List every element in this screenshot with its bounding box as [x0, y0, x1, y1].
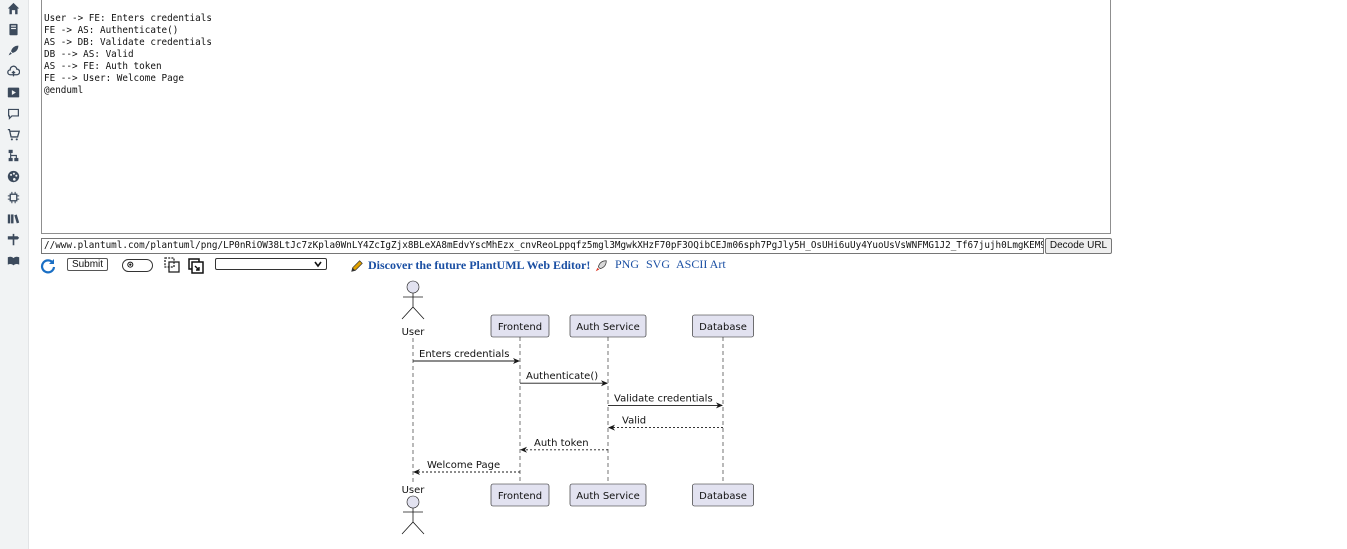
signpost-icon[interactable] — [6, 232, 21, 247]
home-icon[interactable] — [6, 1, 21, 16]
sidebar — [0, 0, 29, 549]
chevron-down-icon — [314, 261, 322, 268]
cart-icon[interactable] — [6, 127, 21, 142]
actor-head — [406, 495, 420, 509]
participant-label: Frontend — [498, 491, 542, 502]
participant-label: User — [402, 327, 426, 338]
participant-label: User — [402, 485, 426, 496]
message-label: Auth token — [534, 438, 589, 449]
discover-label: Discover the future PlantUML Web Editor! — [368, 258, 591, 272]
participant-label: Frontend — [498, 322, 542, 333]
participant-label: Database — [699, 322, 747, 333]
rocket-icon — [596, 259, 607, 271]
editor-line: FE -> AS: Authenticate() — [44, 25, 179, 36]
chat-icon[interactable] — [6, 106, 21, 121]
message-label: Enters credentials — [419, 349, 509, 360]
source-editor[interactable]: User -> FE: Enters credentials FE -> AS: … — [41, 0, 1111, 234]
reader-icon[interactable] — [6, 253, 21, 268]
participant-label: Database — [699, 491, 747, 502]
pencil-icon — [351, 259, 363, 272]
editor-line: FE --> User: Welcome Page — [44, 73, 184, 84]
refresh-icon[interactable] — [40, 258, 56, 274]
message-label: Authenticate() — [526, 371, 598, 382]
actor-body — [401, 293, 425, 320]
export-icon[interactable] — [188, 258, 204, 274]
library-icon[interactable] — [6, 211, 21, 226]
ascii-art-link[interactable]: ASCII Art — [676, 257, 726, 272]
participant-label: Auth Service — [576, 322, 640, 333]
message-label: Welcome Page — [427, 460, 500, 471]
theme-toggle[interactable] — [122, 259, 153, 272]
sitemap-icon[interactable] — [6, 148, 21, 163]
editor-line: DB --> AS: Valid — [44, 49, 134, 60]
toolbar: Submit Discover the future PlantUML Web … — [40, 256, 740, 276]
book-icon[interactable] — [6, 22, 21, 37]
chip-icon[interactable] — [6, 190, 21, 205]
editor-line: AS --> FE: Auth token — [44, 61, 162, 72]
cloud-upload-icon[interactable] — [6, 64, 21, 79]
play-icon[interactable] — [6, 85, 21, 100]
decode-url-button[interactable]: Decode URL — [1045, 238, 1112, 254]
palette-icon[interactable] — [6, 169, 21, 184]
editor-line: AS -> DB: Validate credentials — [44, 37, 212, 48]
actor-head — [406, 280, 420, 294]
png-link[interactable]: PNG — [615, 257, 639, 272]
format-select[interactable] — [215, 258, 327, 270]
url-input[interactable]: //www.plantuml.com/plantuml/png/LP0nRiOW… — [41, 238, 1044, 254]
actor-body — [401, 508, 425, 535]
discover-link[interactable]: Discover the future PlantUML Web Editor! — [350, 258, 608, 273]
message-label: Validate credentials — [614, 393, 713, 404]
editor-line: @enduml — [44, 85, 84, 96]
editor-line: User -> FE: Enters credentials — [44, 13, 212, 24]
svg-link[interactable]: SVG — [646, 257, 670, 272]
copy-icon[interactable] — [164, 257, 180, 273]
rocket-icon[interactable] — [6, 43, 21, 58]
submit-button[interactable]: Submit — [67, 258, 108, 271]
message-label: Valid — [622, 416, 646, 427]
participant-label: Auth Service — [576, 491, 640, 502]
sequence-diagram: User User Frontend Frontend Auth Service Auth… — [401, 280, 754, 535]
arrow-head — [520, 446, 527, 453]
